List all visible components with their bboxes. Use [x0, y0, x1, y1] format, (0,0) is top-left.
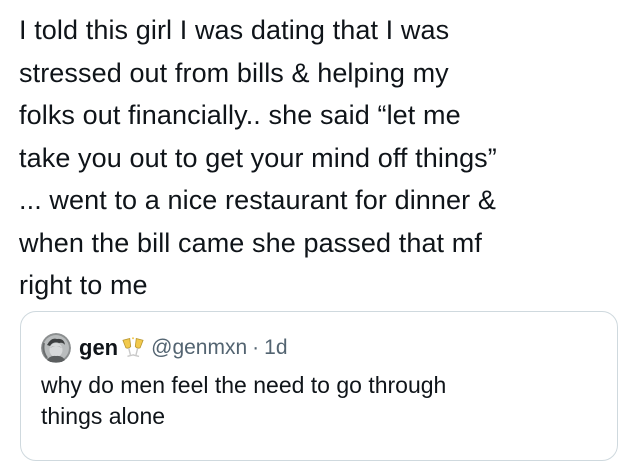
clinking-glasses-icon [121, 336, 145, 360]
separator-dot: · [252, 336, 260, 359]
user-handle[interactable]: @genmxn [151, 336, 247, 360]
post-timestamp[interactable]: 1d [264, 336, 287, 360]
quoted-post-text: why do men feel the need to go through t… [41, 372, 447, 429]
avatar[interactable] [41, 333, 71, 363]
avatar-icon [41, 333, 71, 363]
display-name[interactable]: gen [79, 335, 118, 361]
quoted-post-card[interactable]: gen @genmxn · 1d why do men feel the nee… [20, 311, 618, 461]
post-text: I told this girl I was dating that I was… [19, 15, 497, 300]
quoted-post-header: gen @genmxn · 1d [41, 330, 288, 366]
